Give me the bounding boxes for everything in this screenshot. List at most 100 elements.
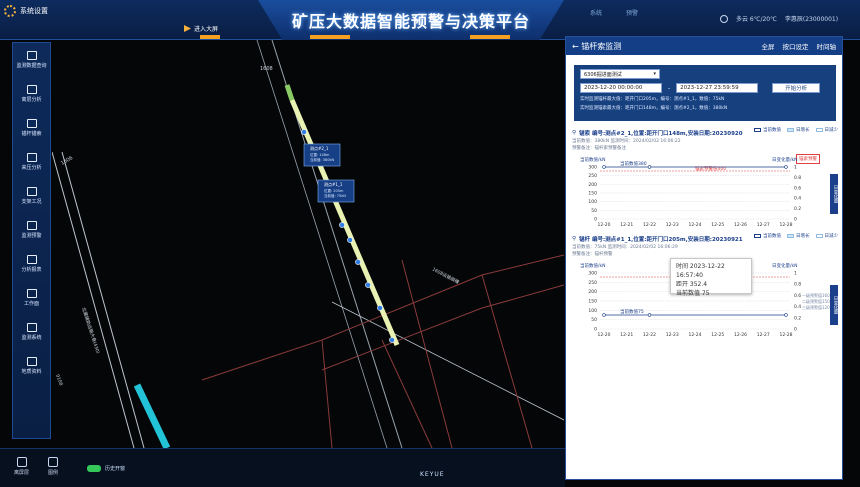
legend-icon [48, 457, 58, 467]
system-settings-label: 系统设置 [20, 7, 48, 15]
sensor-dot [389, 337, 395, 343]
card1-legend: 当前数值 日增长 日减少 [754, 127, 838, 133]
sidebar-item-pressure[interactable]: 来压分析 [13, 145, 50, 179]
y-tick-label: 200 [588, 289, 597, 295]
history-toggle[interactable]: 历史开窗 [87, 465, 125, 472]
y2-tick-label: 0.6 [794, 293, 801, 299]
threshold-label: 三级预警值120 [802, 304, 830, 310]
sidebar-item-label: 地质资料 [21, 369, 42, 375]
analyze-button[interactable]: 开始分析 [772, 83, 821, 93]
x-tick-label: 12-26 [734, 332, 747, 338]
sidebar-item-alarm[interactable]: 监测预警 [13, 213, 50, 247]
legend-dec-swatch [815, 234, 823, 238]
x-tick-label: 12-27 [757, 332, 770, 338]
y2-tick-label: 0 [794, 217, 797, 223]
marker1-title: 测点#2_1 [310, 145, 329, 151]
x-tick-label: 12-25 [711, 222, 724, 228]
query-form: 6306掘进面测试 ▾ 2023-12-20 00:00:00 - 2023-12… [574, 65, 836, 121]
play-icon [184, 25, 191, 32]
marker1-line2: 当前值: 380kN [310, 157, 334, 162]
timeline-button[interactable]: 时间轴 [817, 41, 837, 51]
workface-select-value: 6306掘进面测试 [584, 71, 622, 78]
chart-1[interactable]: 当前数值/kN 日变化量/kN 0 50 100 150 200 250 300 0 0.2 0.4 0… [572, 153, 838, 229]
y2-axis-label: 日变化量/kN [772, 262, 798, 269]
card2-legend: 当前数值 日增长 日减少 [754, 233, 838, 239]
x-tick-label: 12-23 [666, 332, 679, 338]
panel-header: ← 锚杆索监测 全屏 按口设定 时间轴 [566, 37, 842, 55]
sidebar: 监测数据查询 离层分析 锚杆锚索 来压分析 支架工况 监测预警 分析报表 工作面… [12, 42, 51, 439]
map-marker-2[interactable]: 测点#1_1 位置: 205m 当前值: 75kN [317, 179, 355, 203]
marker2-line1: 位置: 205m [324, 188, 344, 193]
report-icon [26, 255, 37, 264]
header-accent [470, 35, 510, 39]
database-icon [26, 51, 37, 60]
y2-tick-label: 0.2 [794, 315, 801, 321]
sidebar-item-geology[interactable]: 地质资料 [13, 349, 50, 383]
legend-line-marker [754, 234, 761, 238]
card2-side-tab[interactable]: 日变化量 [830, 285, 838, 325]
y2-tick-label: 0.6 [794, 185, 801, 191]
legend-increase[interactable]: 日增长 [787, 233, 810, 239]
sidebar-item-workface[interactable]: 工作面 [13, 281, 50, 315]
y-tick-label: 250 [588, 173, 597, 179]
brand-logo: KEYUE [420, 471, 445, 478]
system-settings-button[interactable]: 系统设置 [4, 5, 48, 17]
tab-system[interactable]: 系统 [590, 8, 602, 17]
layer-icon [16, 457, 27, 467]
bottom-bar: 离屏层 图例 历史开窗 KEYUE [0, 448, 565, 487]
y2-tick-label: 0 [794, 327, 797, 333]
sidebar-item-support[interactable]: 支架工况 [13, 179, 50, 213]
fullscreen-button[interactable]: 全屏 [762, 41, 775, 51]
series-point [647, 313, 652, 317]
legend-decrease[interactable]: 日减少 [815, 233, 838, 239]
bolt-icon [26, 119, 37, 128]
workface-select[interactable]: 6306掘进面测试 ▾ [580, 69, 660, 79]
x-tick-label: 12-22 [643, 222, 656, 228]
mine-map[interactable]: 1606 1608 北翼辅助运输大巷(430) 1608运输顺槽 0108 测点… [52, 40, 564, 448]
panel-title[interactable]: ← 锚杆索监测 [572, 41, 621, 52]
date-from-input[interactable]: 2023-12-20 00:00:00 [580, 83, 662, 93]
y-tick-label: 50 [591, 317, 597, 323]
toggle-switch[interactable] [87, 465, 101, 472]
legend-dec-swatch [815, 128, 823, 132]
y2-tick-label: 0.4 [794, 304, 801, 310]
sensor-dot [301, 129, 307, 135]
y-tick-label: 0 [594, 217, 597, 223]
series-point [602, 313, 606, 317]
sidebar-item-bolt[interactable]: 锚杆锚索 [13, 111, 50, 145]
sidebar-item-report[interactable]: 分析报表 [13, 247, 50, 281]
sidebar-item-separation[interactable]: 离层分析 [13, 77, 50, 111]
legend-value[interactable]: 当前数值 [754, 127, 781, 133]
legend-button[interactable]: 图例 [48, 457, 58, 476]
app-root: 1606 1608 北翼辅助运输大巷(430) 1608运输顺槽 0108 测点… [0, 0, 860, 487]
user-name[interactable]: 李惠辰(23000001) [785, 14, 838, 23]
sidebar-item-label: 监测系统 [21, 335, 42, 341]
x-tick-label: 12-20 [597, 332, 610, 338]
x-tick-label: 12-21 [620, 332, 633, 338]
x-tick-label: 12-28 [779, 222, 792, 228]
pressure-icon [26, 153, 37, 162]
settings-button[interactable]: 按口设定 [783, 41, 809, 51]
date-to-input[interactable]: 2023-12-27 23:59:59 [676, 83, 759, 93]
sidebar-item-label: 来压分析 [21, 165, 42, 171]
sidebar-item-system[interactable]: 监测系统 [13, 315, 50, 349]
map-marker-1[interactable]: 测点#2_1 位置: 148m 当前值: 380kN [303, 143, 341, 167]
x-tick-label: 12-22 [643, 332, 656, 338]
card1-side-tab[interactable]: 日变化量 [830, 174, 838, 214]
enter-bigscreen-button[interactable]: 进入大屏 [184, 24, 218, 33]
card1-sub2: 预警备注：锚杆索预警备注 [572, 146, 626, 151]
alarm-icon [26, 221, 37, 230]
x-tick-label: 12-25 [711, 332, 724, 338]
tab-warning[interactable]: 预警 [626, 8, 638, 17]
offscreen-layer-button[interactable]: 离屏层 [14, 457, 29, 476]
legend-decrease[interactable]: 日减少 [815, 127, 838, 133]
legend-value[interactable]: 当前数值 [754, 233, 781, 239]
sidebar-item-monitor-query[interactable]: 监测数据查询 [13, 43, 50, 77]
history-toggle-label: 历史开窗 [105, 466, 126, 472]
top-bar: 系统设置 进入大屏 矿压大数据智能预警与决策平台 系统 预警 多云 6℃/20℃… [0, 0, 860, 40]
sidebar-item-label: 锚杆锚索 [21, 131, 42, 137]
pin-icon: ⚲ [572, 236, 577, 242]
legend-increase[interactable]: 日增长 [787, 127, 810, 133]
sensor-dot [377, 305, 383, 311]
y-tick-label: 200 [588, 182, 597, 188]
